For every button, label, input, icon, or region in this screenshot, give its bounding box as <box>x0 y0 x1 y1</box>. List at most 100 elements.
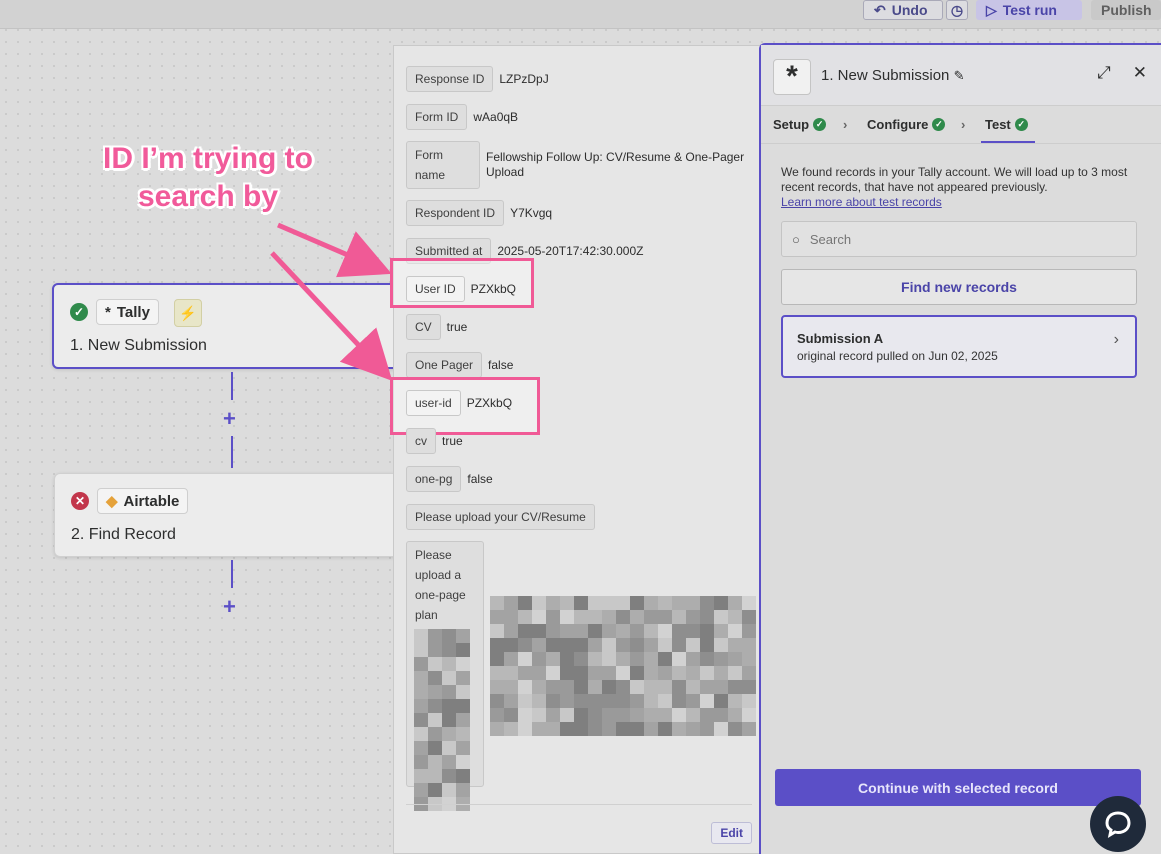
record-details-panel: Response ID LZPzDpJ Form ID wAa0qB Form … <box>390 45 767 854</box>
continue-with-selected-record-button[interactable]: Continue with selected record <box>775 769 1141 806</box>
redaction-pixel <box>658 624 672 638</box>
redaction-pixel <box>672 708 686 722</box>
redaction-pixel <box>588 624 602 638</box>
annotation-text: ID I’m trying to search by <box>78 140 338 216</box>
redaction-pixel <box>456 685 470 699</box>
redaction-pixel <box>518 596 532 610</box>
connector-line <box>231 560 233 588</box>
field-row: one-pg false <box>406 466 493 492</box>
redaction-pixel <box>414 629 428 643</box>
redaction-pixel <box>428 783 442 797</box>
redaction-pixel <box>518 680 532 694</box>
redaction-pixel <box>644 722 658 736</box>
redaction-pixel <box>442 783 456 797</box>
field-row: Respondent ID Y7Kvgq <box>406 200 552 226</box>
chevron-right-icon: › <box>961 117 966 132</box>
history-button[interactable]: ◷ <box>946 0 968 20</box>
redaction-pixel <box>490 708 504 722</box>
redaction-pixel <box>504 666 518 680</box>
tab-setup[interactable]: Setup ✓ <box>773 117 827 132</box>
redaction-pixel <box>658 652 672 666</box>
description-text: We found records in your Tally account. … <box>781 165 1128 194</box>
redaction-pixel <box>560 610 574 624</box>
redaction-pixel <box>442 755 456 769</box>
close-icon[interactable]: ✕ <box>1133 63 1147 83</box>
redaction-pixel <box>742 666 756 680</box>
redaction-pixel <box>714 666 728 680</box>
chat-support-button[interactable] <box>1090 796 1146 852</box>
edit-button[interactable]: Edit <box>711 822 752 844</box>
app-name: Airtable <box>123 492 180 510</box>
app-badge-airtable: ◆ Airtable <box>97 488 189 514</box>
history-clock-icon: ◷ <box>950 1 964 18</box>
pencil-edit-icon[interactable]: ✎ <box>954 68 965 83</box>
check-icon: ✓ <box>932 118 946 131</box>
redaction-pixel <box>700 666 714 680</box>
connector-line <box>231 436 233 468</box>
step-airtable-find-record[interactable]: ✕ ◆ Airtable 2. Find Record ··· <box>54 473 407 557</box>
tab-test[interactable]: Test ✓ <box>985 117 1028 132</box>
field-key: Form name <box>406 141 480 189</box>
publish-button[interactable]: Publish <box>1091 0 1161 20</box>
redaction-pixel <box>602 638 616 652</box>
redaction-pixel <box>686 624 700 638</box>
redaction-pixel <box>414 643 428 657</box>
redaction-pixel <box>574 722 588 736</box>
find-new-records-button[interactable]: Find new records <box>781 269 1137 305</box>
step-tally-trigger[interactable]: ✓ * Tally ⚡ 1. New Submission ··· <box>52 283 408 369</box>
redaction-pixel <box>456 713 470 727</box>
field-value: 2025-05-20T17:42:30.000Z <box>497 244 644 258</box>
undo-label: Undo <box>891 2 928 18</box>
redaction-pixel <box>714 680 728 694</box>
airtable-logo-icon: ◆ <box>106 493 118 510</box>
tab-configure[interactable]: Configure ✓ <box>867 117 946 132</box>
redaction-pixel <box>546 680 560 694</box>
redaction-pixel <box>714 610 728 624</box>
search-field[interactable]: ○ <box>781 221 1137 257</box>
redaction-pixel <box>532 722 546 736</box>
redaction-pixel <box>414 713 428 727</box>
redaction-pixel <box>490 680 504 694</box>
redaction-pixel <box>532 638 546 652</box>
redaction-pixel <box>546 652 560 666</box>
redaction-pixel <box>560 652 574 666</box>
redaction-pixel <box>456 727 470 741</box>
redaction-pixel <box>644 638 658 652</box>
redaction-pixel <box>532 680 546 694</box>
redaction-pixel <box>560 624 574 638</box>
redaction-pixel <box>490 694 504 708</box>
redaction-pixel <box>616 694 630 708</box>
redaction-pixel <box>714 708 728 722</box>
field-value: false <box>467 472 493 486</box>
undo-button[interactable]: ↶ Undo <box>863 0 943 20</box>
panel-title: 1. New Submission ✎ <box>821 67 964 84</box>
redaction-pixel <box>658 638 672 652</box>
learn-more-link[interactable]: Learn more about test records <box>781 195 942 209</box>
field-key: Form ID <box>406 104 468 130</box>
field-key: CV <box>406 314 441 340</box>
redaction-pixel <box>428 643 442 657</box>
redaction-pixel <box>546 722 560 736</box>
redaction-pixel <box>414 671 428 685</box>
redaction-pixel <box>504 624 518 638</box>
add-step-plus-icon[interactable]: + <box>223 408 236 430</box>
test-run-button[interactable]: ▷ Test run <box>976 0 1082 20</box>
test-description: We found records in your Tally account. … <box>781 165 1153 210</box>
redaction-pixel <box>546 610 560 624</box>
redaction-pixel <box>490 638 504 652</box>
redaction-pixel <box>414 755 428 769</box>
field-row-user-id: User ID PZXkbQ <box>406 276 516 302</box>
panel-title-text: 1. New Submission <box>821 67 950 84</box>
field-value: true <box>442 434 463 448</box>
field-row: One Pager false <box>406 352 513 378</box>
search-input[interactable] <box>807 230 1112 248</box>
record-item-submission-a[interactable]: Submission A original record pulled on J… <box>781 315 1137 378</box>
redaction-pixel <box>728 666 742 680</box>
expand-icon[interactable]: ⤢ <box>1097 63 1111 83</box>
redaction-pixel <box>672 722 686 736</box>
redaction-pixel <box>518 652 532 666</box>
record-title: Submission A <box>797 331 884 346</box>
add-step-plus-icon[interactable]: + <box>223 596 236 618</box>
redaction-pixel <box>428 699 442 713</box>
redaction-pixel <box>616 638 630 652</box>
